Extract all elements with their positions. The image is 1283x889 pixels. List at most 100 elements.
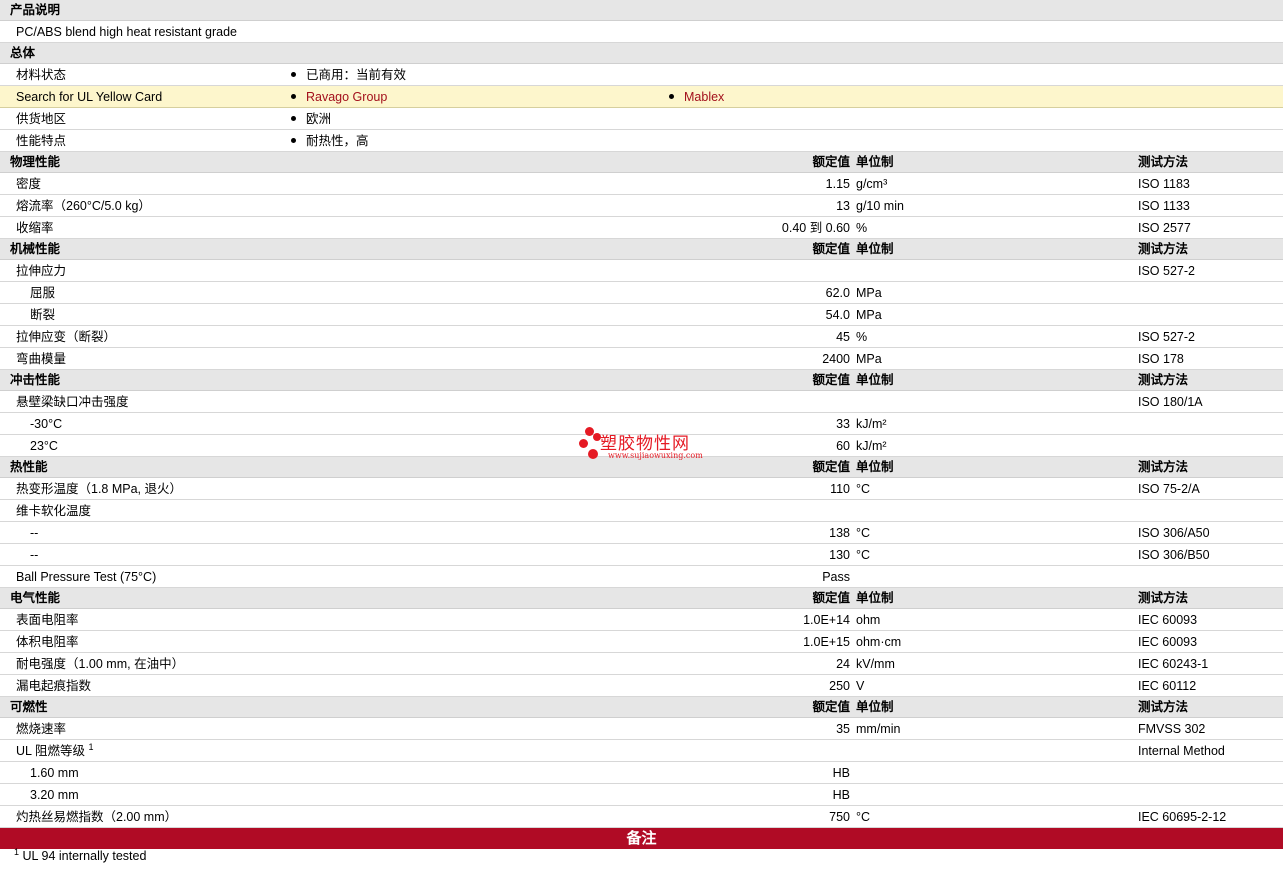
yellow-card-link[interactable]: Mablex <box>684 90 724 104</box>
property-value: Pass <box>822 570 850 584</box>
property-label-text: 弯曲模量 <box>16 352 67 366</box>
value-text: 欧洲 <box>306 112 332 126</box>
property-value: 60 <box>836 439 850 453</box>
property-label-text: 1.60 mm <box>30 766 79 780</box>
property-row: 3.20 mm HB <box>0 784 1283 806</box>
property-value: 1.0E+14 <box>803 613 850 627</box>
column-header-unit: 单位制 <box>856 242 894 256</box>
property-value: 1.0E+15 <box>803 635 850 649</box>
property-test-method: IEC 60093 <box>1138 613 1198 627</box>
property-test-method: ISO 2577 <box>1138 221 1191 235</box>
property-value: HB <box>832 766 850 780</box>
property-test-method: IEC 60695-2-12 <box>1138 810 1227 824</box>
property-value: 62.0 <box>825 286 850 300</box>
column-header-value: 额定值 <box>812 155 850 169</box>
property-label-text: 漏电起痕指数 <box>16 679 92 693</box>
bullet-icon <box>291 94 296 100</box>
property-label: 熔流率（260°C/5.0 kg） <box>16 195 151 217</box>
property-label-text: 密度 <box>16 177 42 191</box>
property-label: -- <box>30 522 38 544</box>
property-unit: kJ/m² <box>856 439 887 453</box>
property-label: 燃烧速率 <box>16 718 66 740</box>
column-header-value: 额定值 <box>812 591 850 605</box>
property-row: 耐电强度（1.00 mm, 在油中） 24 kV/mm IEC 60243-1 <box>0 653 1283 675</box>
property-value: 54.0 <box>825 308 850 322</box>
property-label: 收缩率 <box>16 217 54 239</box>
column-header-unit: 单位制 <box>856 460 894 474</box>
property-test-method: ISO 527-2 <box>1138 330 1195 344</box>
property-unit: kV/mm <box>856 657 895 671</box>
property-test-method: ISO 306/B50 <box>1138 548 1210 562</box>
property-row: 表面电阻率 1.0E+14 ohm IEC 60093 <box>0 609 1283 631</box>
property-value: 250 <box>829 679 850 693</box>
property-value: 1.15 <box>825 177 850 191</box>
property-row: 断裂 54.0 MPa <box>0 304 1283 326</box>
section-header-description: 产品说明 <box>0 0 1283 21</box>
description-text: PC/ABS blend high heat resistant grade <box>16 25 237 39</box>
property-label-text: 热变形温度（1.8 MPa, 退火） <box>16 482 182 496</box>
property-label-text: -30°C <box>30 417 63 431</box>
property-label: 断裂 <box>30 304 55 326</box>
general-row: 性能特点 耐热性，高 <box>0 130 1283 152</box>
column-header-value: 额定值 <box>812 373 850 387</box>
property-label-text: 体积电阻率 <box>16 635 79 649</box>
property-row: 弯曲模量 2400 MPa ISO 178 <box>0 348 1283 370</box>
property-label-text: 收缩率 <box>16 221 54 235</box>
section-header: 冲击性能 额定值 单位制 测试方法 <box>0 370 1283 391</box>
property-row: 漏电起痕指数 250 V IEC 60112 <box>0 675 1283 697</box>
note-number: 1 <box>14 846 20 857</box>
property-label: UL 阻燃等级 1 <box>16 740 94 762</box>
property-label: 热变形温度（1.8 MPa, 退火） <box>16 478 182 500</box>
property-unit: MPa <box>856 308 882 322</box>
column-header-value: 额定值 <box>812 242 850 256</box>
property-value: 13 <box>836 199 850 213</box>
description-row: PC/ABS blend high heat resistant grade <box>0 21 1283 43</box>
bullet-icon <box>291 116 296 122</box>
value-text: 已商用：当前有效 <box>306 68 407 82</box>
property-row: -- 138 °C ISO 306/A50 <box>0 522 1283 544</box>
value-cell: Ravago Group <box>291 86 387 108</box>
section-header-general: 总体 <box>0 43 1283 64</box>
property-row: 1.60 mm HB <box>0 762 1283 784</box>
column-header-value: 额定值 <box>812 700 850 714</box>
section-title: 冲击性能 <box>10 373 61 387</box>
property-row: 维卡软化温度 <box>0 500 1283 522</box>
section-title: 电气性能 <box>10 591 61 605</box>
note-item: 1 UL 94 internally tested <box>0 846 1283 869</box>
yellow-card-link[interactable]: Ravago Group <box>306 90 387 104</box>
property-value: 35 <box>836 722 850 736</box>
property-value: 138 <box>829 526 850 540</box>
property-label: 体积电阻率 <box>16 631 79 653</box>
property-test-method: ISO 180/1A <box>1138 395 1203 409</box>
property-row: 悬壁梁缺口冲击强度 ISO 180/1A <box>0 391 1283 413</box>
property-unit: g/10 min <box>856 199 904 213</box>
section-title: 总体 <box>10 46 36 60</box>
note-text: UL 94 internally tested <box>22 849 147 863</box>
property-label-text: 断裂 <box>30 308 56 322</box>
watermark-url: www.sujiaowuxing.com <box>608 451 703 460</box>
property-label-text: Ball Pressure Test (75°C) <box>16 570 157 584</box>
row-label: 性能特点 <box>16 134 67 148</box>
column-header-unit: 单位制 <box>856 155 894 169</box>
property-test-method: ISO 1133 <box>1138 199 1190 213</box>
property-unit: ohm <box>856 613 881 627</box>
property-label-text: 拉伸应变（断裂） <box>16 330 117 344</box>
bullet-icon <box>291 72 296 78</box>
property-row: 屈服 62.0 MPa <box>0 282 1283 304</box>
column-header-test: 测试方法 <box>1138 373 1189 387</box>
property-value: 45 <box>836 330 850 344</box>
value-cell: 已商用：当前有效 <box>291 64 406 86</box>
property-label: 漏电起痕指数 <box>16 675 91 697</box>
property-unit: °C <box>856 526 871 540</box>
property-unit: % <box>856 221 868 235</box>
property-label-text: UL 阻燃等级 <box>16 744 85 758</box>
column-header-test: 测试方法 <box>1138 155 1189 169</box>
property-value: 24 <box>836 657 850 671</box>
property-test-method: ISO 178 <box>1138 352 1184 366</box>
property-value: 33 <box>836 417 850 431</box>
property-test-method: FMVSS 302 <box>1138 722 1206 736</box>
property-unit: °C <box>856 548 871 562</box>
property-label-text: 3.20 mm <box>30 788 79 802</box>
section-header: 机械性能 额定值 单位制 测试方法 <box>0 239 1283 260</box>
property-label: 拉伸应力 <box>16 260 66 282</box>
